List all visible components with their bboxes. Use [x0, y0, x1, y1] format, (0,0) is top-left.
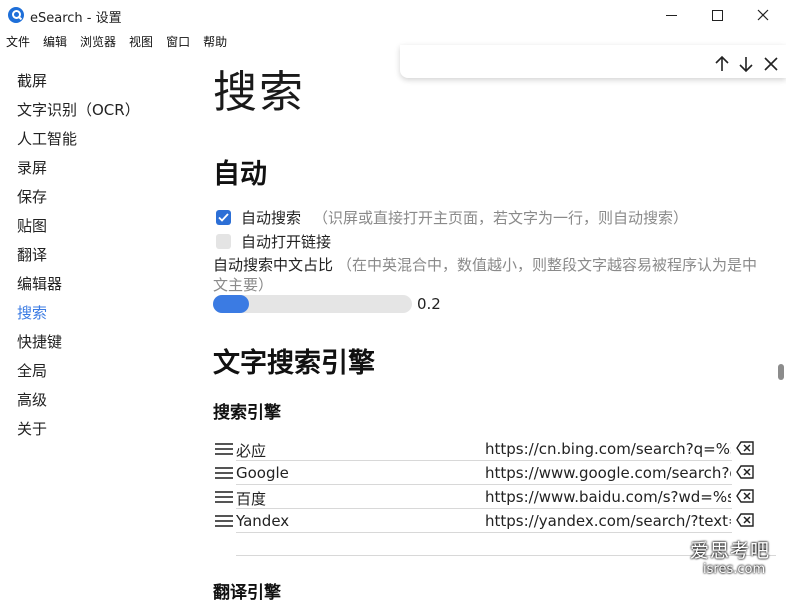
chinese-ratio-slider[interactable]: [213, 295, 412, 313]
auto-search-option[interactable]: 自动搜索 （识屏或直接打开主页面，若文字为一行，则自动搜索）: [216, 207, 688, 228]
drag-handle-icon[interactable]: [215, 515, 233, 527]
search-engine-row: 百度 https://www.baidu.com/s?wd=%s: [213, 485, 773, 509]
row-divider: [236, 532, 732, 533]
search-engine-row: Google https://www.google.com/search?q=%…: [213, 461, 773, 485]
search-engine-row: Yandex https://yandex.com/search/?text=%…: [213, 509, 773, 533]
find-close-button[interactable]: [761, 54, 781, 74]
auto-open-link-checkbox[interactable]: [216, 234, 231, 249]
subheading-translate-engines: 翻译引擎: [213, 583, 281, 603]
watermark-url: isres.com: [703, 562, 766, 577]
engine-name[interactable]: 百度: [236, 488, 266, 509]
engine-url[interactable]: https://www.google.com/search?q=%s: [485, 464, 731, 482]
chinese-ratio-title: 自动搜索中文占比: [213, 256, 334, 274]
section-heading-auto: 自动: [213, 159, 267, 190]
engine-url[interactable]: https://www.baidu.com/s?wd=%s: [485, 488, 731, 506]
delete-icon[interactable]: [736, 489, 754, 503]
arrow-up-icon: [715, 55, 729, 71]
watermark-text: 爱思考吧: [690, 540, 771, 562]
page-title: 搜索: [213, 67, 305, 118]
chinese-ratio-slider-fill: [213, 295, 249, 313]
find-bar: [400, 45, 786, 78]
drag-handle-icon[interactable]: [215, 443, 233, 455]
engine-name[interactable]: Google: [236, 464, 289, 482]
engine-name[interactable]: Yandex: [236, 512, 289, 530]
subheading-search-engines: 搜索引擎: [213, 403, 281, 423]
chinese-ratio-label: 自动搜索中文占比 （在中英混合中，数值越小，则整段文字越容易被程序认为是中文主要）: [213, 255, 758, 295]
auto-open-link-option[interactable]: 自动打开链接: [216, 231, 331, 252]
auto-open-link-label: 自动打开链接: [241, 233, 332, 251]
section-heading-text-search-engines: 文字搜索引擎: [213, 348, 375, 379]
auto-search-checkbox[interactable]: [216, 210, 231, 225]
auto-search-label: 自动搜索: [241, 209, 302, 227]
search-engine-row: 必应 https://cn.bing.com/search?q=%s: [213, 437, 773, 461]
delete-icon[interactable]: [736, 441, 754, 455]
close-icon: [764, 57, 778, 71]
find-next-button[interactable]: [736, 54, 756, 74]
delete-icon[interactable]: [736, 465, 754, 479]
chinese-ratio-value: 0.2: [417, 295, 441, 313]
main-content: 搜索 自动 自动搜索 （识屏或直接打开主页面，若文字为一行，则自动搜索） 自动打…: [0, 0, 786, 603]
delete-icon[interactable]: [736, 513, 754, 527]
arrow-down-icon: [739, 57, 753, 73]
engine-url[interactable]: https://cn.bing.com/search?q=%s: [485, 440, 731, 458]
drag-handle-icon[interactable]: [215, 467, 233, 479]
scrollbar-thumb[interactable]: [778, 364, 784, 380]
auto-search-hint: （识屏或直接打开主页面，若文字为一行，则自动搜索）: [313, 209, 689, 227]
engine-name[interactable]: 必应: [236, 440, 266, 461]
checkmark-icon: [218, 213, 229, 222]
engine-url[interactable]: https://yandex.com/search/?text=%s: [485, 512, 731, 530]
drag-handle-icon[interactable]: [215, 491, 233, 503]
find-previous-button[interactable]: [712, 54, 732, 74]
